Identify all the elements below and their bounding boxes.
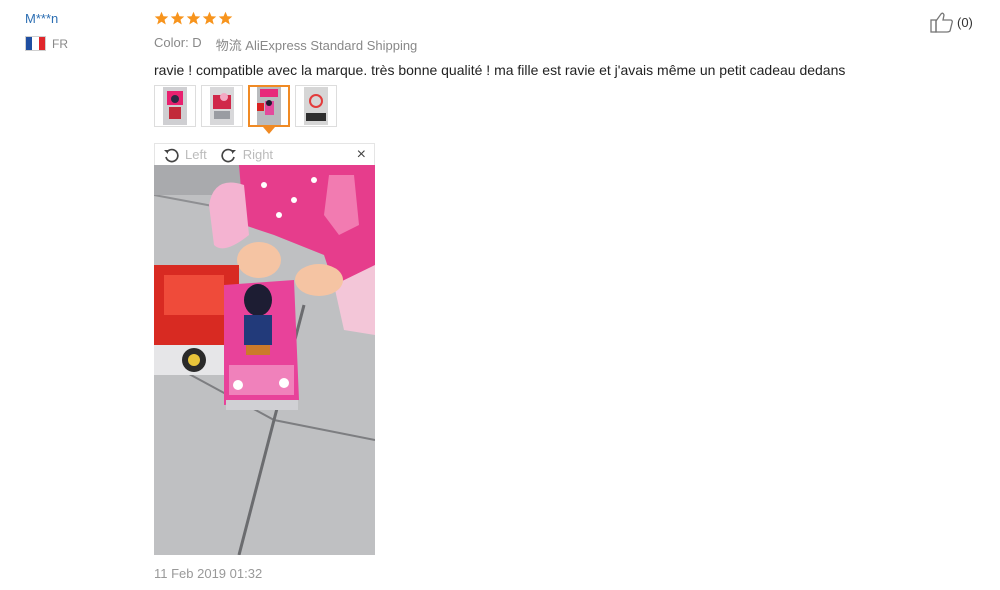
reviewer-country: FR <box>25 36 68 51</box>
france-flag-icon <box>25 36 46 51</box>
reviewer-info: M***n FR <box>25 11 68 51</box>
photo-thumbnail-1[interactable] <box>154 85 196 127</box>
star-rating <box>154 11 914 27</box>
color-option: Color: D <box>154 35 202 50</box>
star-icon <box>202 11 217 25</box>
review-body: Color: D 物流 AliExpress Standard Shipping… <box>154 11 914 78</box>
rotate-left-label: Left <box>185 147 207 162</box>
photo-thumbnail-image <box>257 87 281 125</box>
star-icon <box>170 11 185 25</box>
thumbs-up-icon <box>930 12 953 33</box>
reviewer-name: M***n <box>25 11 59 26</box>
photo-thumbnails <box>154 85 337 134</box>
rotate-right-icon <box>221 148 236 162</box>
photo-thumbnail-image <box>163 87 187 125</box>
photo-thumbnail-4[interactable] <box>295 85 337 127</box>
rotate-right-button[interactable]: Right <box>221 147 273 163</box>
photo-thumbnail-image <box>304 87 328 125</box>
star-icon <box>154 11 169 25</box>
rotate-right-label: Right <box>242 147 274 162</box>
review-meta: Color: D 物流 AliExpress Standard Shipping <box>154 35 914 54</box>
photo-thumbnail-2[interactable] <box>201 85 243 127</box>
photo-thumbnail-image <box>210 87 234 125</box>
photo-thumbnail-3[interactable] <box>248 85 290 134</box>
viewer-toolbar: Left Right × <box>154 143 375 165</box>
review-text: ravie ! compatible avec la marque. très … <box>154 62 846 78</box>
star-icon <box>186 11 201 25</box>
rotate-left-icon <box>164 148 179 162</box>
country-code: FR <box>52 36 68 51</box>
helpful-count: (0) <box>957 14 973 30</box>
rotate-left-button[interactable]: Left <box>163 147 207 163</box>
review-photo <box>154 165 375 555</box>
review-date: 11 Feb 2019 01:32 <box>154 566 263 581</box>
helpful-button[interactable]: (0) <box>930 11 973 33</box>
star-icon <box>218 11 233 25</box>
photo-viewer: Left Right × <box>154 143 375 555</box>
shipping-method: 物流 AliExpress Standard Shipping <box>215 38 418 53</box>
close-viewer-button[interactable]: × <box>357 146 366 164</box>
